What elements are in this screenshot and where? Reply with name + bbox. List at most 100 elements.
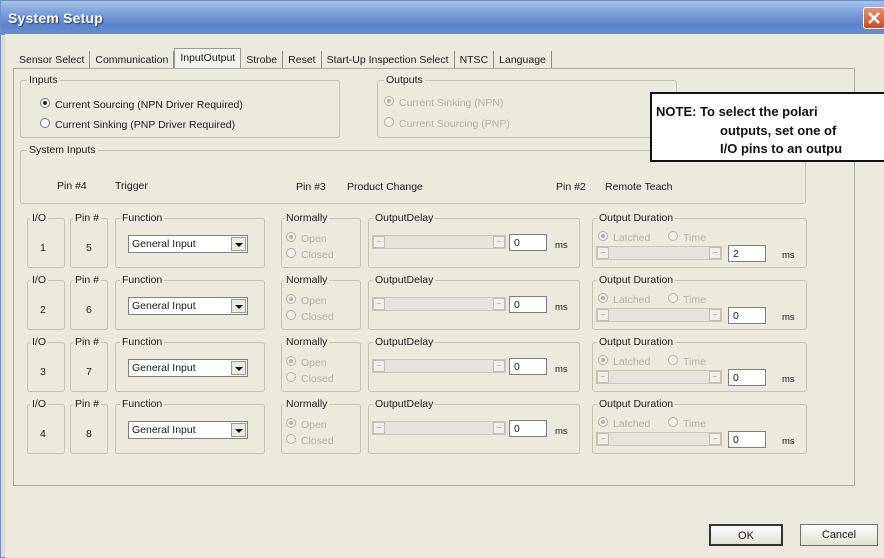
- ok-button[interactable]: OK: [709, 524, 783, 546]
- io-number: 3: [40, 366, 46, 378]
- chevron-down-icon[interactable]: [231, 299, 246, 313]
- function-select[interactable]: General Input: [128, 421, 248, 439]
- normally-label: Normally: [284, 274, 330, 286]
- normally-closed-radio[interactable]: Closed: [286, 248, 334, 261]
- tab-ntsc[interactable]: NTSC: [455, 51, 495, 69]
- output-duration-slider[interactable]: [596, 432, 722, 446]
- tab-strobe[interactable]: Strobe: [241, 51, 284, 69]
- latched-radio[interactable]: Latched: [598, 293, 650, 306]
- output-delay-value: 0: [514, 237, 520, 249]
- chevron-down-icon[interactable]: [231, 361, 246, 375]
- normally-closed-radio[interactable]: Closed: [286, 310, 334, 323]
- tab-input-output[interactable]: InputOutput: [174, 48, 242, 70]
- normally-open-radio[interactable]: Open: [286, 418, 327, 431]
- cancel-button[interactable]: Cancel: [800, 524, 878, 546]
- outputs-current-sinking-radio[interactable]: Current Sinking (NPN): [384, 96, 503, 109]
- current-sinking-radio[interactable]: Current Sinking (PNP Driver Required): [40, 118, 235, 131]
- normally-closed-radio[interactable]: Closed: [286, 434, 334, 447]
- time-label: Time: [683, 418, 706, 430]
- function-select-value: General Input: [132, 238, 196, 250]
- normally-open-radio[interactable]: Open: [286, 232, 327, 245]
- radio-icon: [286, 248, 296, 258]
- title-bar[interactable]: System Setup: [1, 1, 884, 35]
- normally-closed-radio[interactable]: Closed: [286, 372, 334, 385]
- normally-open-radio[interactable]: Open: [286, 294, 327, 307]
- output-duration-input[interactable]: 2: [728, 245, 766, 262]
- slider-left-icon[interactable]: [597, 433, 609, 445]
- chevron-down-icon[interactable]: [231, 237, 246, 251]
- close-button[interactable]: [863, 7, 884, 29]
- output-delay-slider[interactable]: [372, 297, 506, 311]
- slider-left-icon[interactable]: [597, 371, 609, 383]
- output-duration-value: 2: [733, 248, 739, 260]
- output-delay-slider[interactable]: [372, 359, 506, 373]
- time-radio[interactable]: Time: [668, 417, 706, 430]
- tab-reset[interactable]: Reset: [283, 51, 322, 69]
- latched-radio[interactable]: Latched: [598, 355, 650, 368]
- slider-right-icon[interactable]: [493, 360, 505, 372]
- slider-left-icon[interactable]: [373, 360, 385, 372]
- output-delay-label: OutputDelay: [373, 336, 436, 348]
- slider-right-icon[interactable]: [493, 298, 505, 310]
- tab-startup-inspection-select[interactable]: Start-Up Inspection Select: [322, 51, 455, 69]
- output-delay-slider[interactable]: [372, 421, 506, 435]
- note-line-3: I/O pins to an outpu: [720, 141, 843, 156]
- radio-selected-icon: [40, 98, 50, 108]
- output-duration-input[interactable]: 0: [728, 369, 766, 386]
- outputs-current-sourcing-radio[interactable]: Current Sourcing (PNP): [384, 117, 510, 130]
- output-delay-input[interactable]: 0: [509, 296, 547, 313]
- slider-right-icon[interactable]: [493, 236, 505, 248]
- slider-left-icon[interactable]: [373, 298, 385, 310]
- output-delay-input[interactable]: 0: [509, 358, 547, 375]
- slider-right-icon[interactable]: [709, 247, 721, 259]
- radio-icon: [286, 372, 296, 382]
- time-radio[interactable]: Time: [668, 293, 706, 306]
- slider-left-icon[interactable]: [373, 422, 385, 434]
- radio-selected-icon: [384, 96, 394, 106]
- output-duration-input[interactable]: 0: [728, 307, 766, 324]
- output-duration-slider[interactable]: [596, 246, 722, 260]
- normally-closed-label: Closed: [301, 373, 334, 385]
- pin2-label: Pin #2: [556, 181, 586, 193]
- output-delay-input[interactable]: 0: [509, 234, 547, 251]
- output-duration-slider[interactable]: [596, 308, 722, 322]
- system-inputs-label: System Inputs: [27, 144, 98, 156]
- slider-left-icon[interactable]: [597, 247, 609, 259]
- slider-right-icon[interactable]: [493, 422, 505, 434]
- time-label: Time: [683, 232, 706, 244]
- tab-sensor-select[interactable]: Sensor Select: [14, 51, 91, 69]
- pin4-name: Trigger: [115, 180, 148, 192]
- io-group: I/O: [27, 336, 65, 392]
- radio-icon: [286, 434, 296, 444]
- time-radio[interactable]: Time: [668, 231, 706, 244]
- time-radio[interactable]: Time: [668, 355, 706, 368]
- function-select[interactable]: General Input: [128, 297, 248, 315]
- current-sourcing-radio[interactable]: Current Sourcing (NPN Driver Required): [40, 98, 243, 111]
- latched-radio[interactable]: Latched: [598, 417, 650, 430]
- ms-unit: ms: [782, 312, 795, 323]
- pin-label: Pin #: [73, 212, 101, 224]
- latched-label: Latched: [613, 232, 651, 244]
- chevron-down-icon[interactable]: [231, 423, 246, 437]
- current-sourcing-label: Current Sourcing (NPN Driver Required): [55, 99, 243, 111]
- output-delay-input[interactable]: 0: [509, 420, 547, 437]
- slider-left-icon[interactable]: [597, 309, 609, 321]
- function-select[interactable]: General Input: [128, 359, 248, 377]
- output-delay-label: OutputDelay: [373, 398, 436, 410]
- slider-left-icon[interactable]: [373, 236, 385, 248]
- pin-number: 5: [86, 242, 92, 254]
- output-delay-slider[interactable]: [372, 235, 506, 249]
- slider-right-icon[interactable]: [709, 433, 721, 445]
- tab-language[interactable]: Language: [494, 51, 552, 69]
- latched-radio[interactable]: Latched: [598, 231, 650, 244]
- function-select-value: General Input: [132, 300, 196, 312]
- tab-communication[interactable]: Communication: [90, 51, 175, 69]
- output-duration-slider[interactable]: [596, 370, 722, 384]
- slider-right-icon[interactable]: [709, 371, 721, 383]
- normally-open-radio[interactable]: Open: [286, 356, 327, 369]
- normally-label: Normally: [284, 398, 330, 410]
- slider-right-icon[interactable]: [709, 309, 721, 321]
- output-duration-input[interactable]: 0: [728, 431, 766, 448]
- function-select[interactable]: General Input: [128, 235, 248, 253]
- outputs-current-sourcing-label: Current Sourcing (PNP): [399, 118, 510, 130]
